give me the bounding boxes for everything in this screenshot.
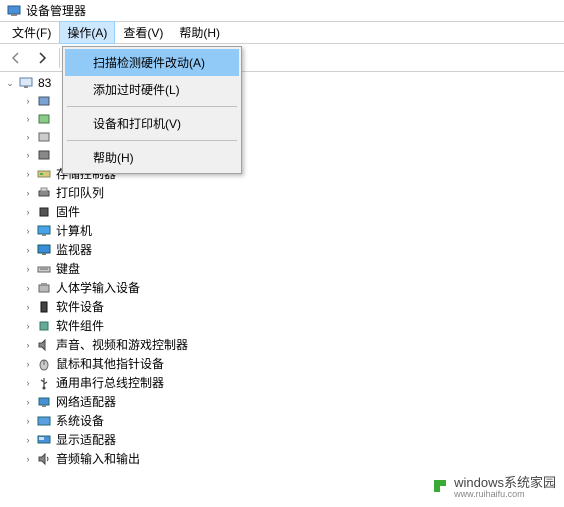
tree-node-label: 键盘	[56, 260, 80, 277]
tree-node-label: 监视器	[56, 241, 92, 258]
expand-icon[interactable]: ›	[22, 95, 34, 107]
expand-icon[interactable]: ›	[22, 263, 34, 275]
dropdown-add-legacy[interactable]: 添加过时硬件(L)	[65, 76, 239, 103]
menu-bar: 文件(F) 操作(A) 查看(V) 帮助(H)	[0, 22, 564, 44]
tree-node-firmware[interactable]: › 固件	[22, 202, 560, 221]
expand-icon[interactable]: ›	[22, 131, 34, 143]
expand-icon[interactable]: ›	[22, 225, 34, 237]
expand-icon[interactable]: ›	[22, 113, 34, 125]
tree-node-audio-io[interactable]: › 音频输入和输出	[22, 449, 560, 468]
firmware-icon	[36, 204, 52, 220]
expand-icon[interactable]: ›	[22, 339, 34, 351]
expand-icon[interactable]: ›	[22, 282, 34, 294]
tree-node-software-device[interactable]: › 软件设备	[22, 297, 560, 316]
tree-node-label: 鼠标和其他指针设备	[56, 355, 164, 372]
dropdown-help[interactable]: 帮助(H)	[65, 144, 239, 171]
tree-node-label: 打印队列	[56, 184, 104, 201]
watermark-brand: windows系统家园	[454, 475, 556, 490]
menu-help[interactable]: 帮助(H)	[171, 21, 228, 44]
tree-node-label: 音频输入和输出	[56, 450, 140, 467]
monitor-icon	[36, 242, 52, 258]
expand-icon[interactable]: ›	[22, 377, 34, 389]
system-device-icon	[36, 413, 52, 429]
expand-icon[interactable]: ›	[22, 434, 34, 446]
tree-node-sound-video-game[interactable]: › 声音、视频和游戏控制器	[22, 335, 560, 354]
computer-icon	[18, 75, 34, 91]
action-dropdown: 扫描检测硬件改动(A) 添加过时硬件(L) 设备和打印机(V) 帮助(H)	[62, 46, 242, 174]
tree-node-label: 人体学输入设备	[56, 279, 140, 296]
watermark-url: www.ruihaifu.com	[454, 489, 556, 499]
tree-root-label: 83	[38, 76, 51, 90]
expand-icon[interactable]: ›	[22, 415, 34, 427]
tree-node-print-queue[interactable]: › 打印队列	[22, 183, 560, 202]
menu-view[interactable]: 查看(V)	[115, 21, 171, 44]
tree-node-monitor[interactable]: › 监视器	[22, 240, 560, 259]
tree-node-system[interactable]: › 系统设备	[22, 411, 560, 430]
device-category-icon	[36, 129, 52, 145]
menu-action[interactable]: 操作(A)	[59, 21, 115, 44]
tree-node-label: 声音、视频和游戏控制器	[56, 336, 188, 353]
watermark: windows系统家园 www.ruihaifu.com	[430, 472, 556, 499]
audio-io-icon	[36, 451, 52, 467]
printer-icon	[36, 185, 52, 201]
sound-icon	[36, 337, 52, 353]
dropdown-separator	[67, 106, 237, 107]
tree-node-usb[interactable]: › 通用串行总线控制器	[22, 373, 560, 392]
tree-node-label: 计算机	[56, 222, 92, 239]
tree-node-label: 软件组件	[56, 317, 104, 334]
expand-icon[interactable]: ›	[22, 187, 34, 199]
tree-node-label: 软件设备	[56, 298, 104, 315]
toolbar-separator	[59, 48, 60, 68]
tree-node-mouse[interactable]: › 鼠标和其他指针设备	[22, 354, 560, 373]
back-button[interactable]	[4, 46, 28, 70]
title-bar: 设备管理器	[0, 0, 564, 22]
device-category-icon	[36, 111, 52, 127]
expand-icon[interactable]: ›	[22, 320, 34, 332]
device-category-icon	[36, 147, 52, 163]
computer-monitor-icon	[36, 223, 52, 239]
tree-node-label: 网络适配器	[56, 393, 116, 410]
device-manager-icon	[6, 3, 22, 19]
tree-node-software-component[interactable]: › 软件组件	[22, 316, 560, 335]
tree-node-hid[interactable]: › 人体学输入设备	[22, 278, 560, 297]
keyboard-icon	[36, 261, 52, 277]
tree-node-label: 固件	[56, 203, 80, 220]
display-adapter-icon	[36, 432, 52, 448]
expand-icon[interactable]: ›	[22, 301, 34, 313]
dropdown-devices-printers[interactable]: 设备和打印机(V)	[65, 110, 239, 137]
storage-controller-icon	[36, 166, 52, 182]
dropdown-separator	[67, 140, 237, 141]
expand-icon[interactable]: ›	[22, 168, 34, 180]
tree-node-network[interactable]: › 网络适配器	[22, 392, 560, 411]
mouse-icon	[36, 356, 52, 372]
tree-node-label: 系统设备	[56, 412, 104, 429]
expand-icon[interactable]: ›	[22, 453, 34, 465]
collapse-icon[interactable]: ⌄	[4, 77, 16, 89]
tree-node-computer[interactable]: › 计算机	[22, 221, 560, 240]
hid-icon	[36, 280, 52, 296]
tree-node-keyboard[interactable]: › 键盘	[22, 259, 560, 278]
forward-button[interactable]	[30, 46, 54, 70]
expand-icon[interactable]: ›	[22, 358, 34, 370]
usb-icon	[36, 375, 52, 391]
tree-node-display[interactable]: › 显示适配器	[22, 430, 560, 449]
expand-icon[interactable]: ›	[22, 396, 34, 408]
device-category-icon	[36, 93, 52, 109]
watermark-logo-icon	[430, 476, 450, 496]
expand-icon[interactable]: ›	[22, 244, 34, 256]
tree-node-label: 显示适配器	[56, 431, 116, 448]
network-adapter-icon	[36, 394, 52, 410]
dropdown-scan-hardware[interactable]: 扫描检测硬件改动(A)	[65, 49, 239, 76]
expand-icon[interactable]: ›	[22, 149, 34, 161]
software-device-icon	[36, 299, 52, 315]
window-title: 设备管理器	[26, 2, 86, 19]
tree-node-label: 通用串行总线控制器	[56, 374, 164, 391]
expand-icon[interactable]: ›	[22, 206, 34, 218]
software-component-icon	[36, 318, 52, 334]
menu-file[interactable]: 文件(F)	[4, 21, 59, 44]
